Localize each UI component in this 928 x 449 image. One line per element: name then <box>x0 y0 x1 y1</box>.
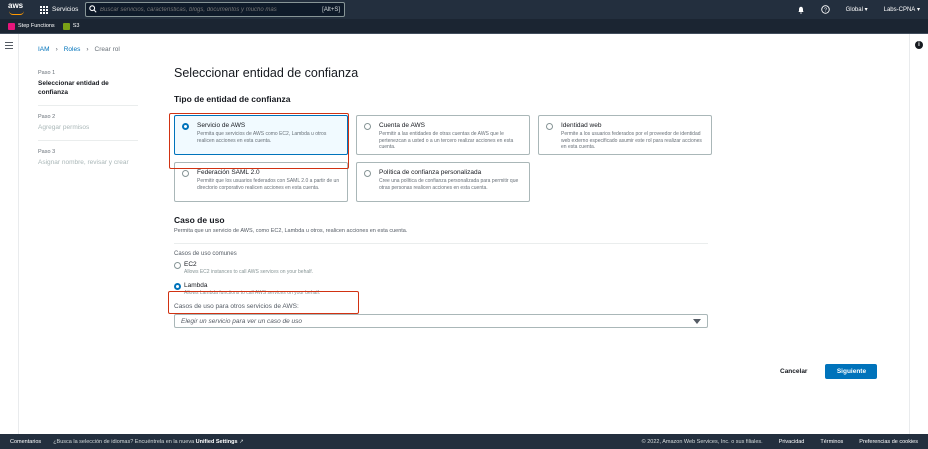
tile-description: Permite a los usuarios federados por el … <box>561 131 702 150</box>
cookie-preferences-link[interactable]: Preferencias de cookies <box>859 439 918 445</box>
svg-text:?: ? <box>824 7 827 13</box>
account-label: Labs-CPNA <box>883 6 916 13</box>
search-input[interactable] <box>100 6 323 13</box>
language-message-text: ¿Busca la selección de idiomas? Encuéntr… <box>53 438 195 445</box>
common-use-cases-label: Casos de uso comunes <box>174 251 237 257</box>
breadcrumb-roles[interactable]: Roles <box>64 46 81 53</box>
favorite-s3[interactable]: S3 <box>62 22 80 30</box>
hamburger-menu-icon[interactable] <box>5 42 13 51</box>
global-search[interactable]: [Alt+S] <box>85 2 345 17</box>
step-label: Asignar nombre, revisar y crear <box>38 159 129 166</box>
tile-description: Permitir a las entidades de otras cuenta… <box>379 131 514 150</box>
tile-title: Federación SAML 2.0 <box>197 169 260 176</box>
favorite-step-functions[interactable]: Step Functions <box>8 22 55 30</box>
services-menu-button[interactable]: Servicios <box>40 3 78 16</box>
bell-icon[interactable] <box>789 0 813 19</box>
use-case-title: Caso de uso <box>174 215 225 225</box>
account-menu[interactable]: Labs-CPNA ▾ <box>876 0 928 19</box>
tile-title: Política de confianza personalizada <box>379 169 482 176</box>
wizard-step-2: Paso 2 Agregar permisos <box>38 114 138 141</box>
step-number: Paso 2 <box>38 114 56 120</box>
chevron-down-icon: ▾ <box>916 7 920 13</box>
option-description: Allows EC2 instances to call AWS service… <box>184 269 314 275</box>
top-navigation-bar: aws Servicios [Alt+S] ? Global ▾ Labs-CP… <box>0 0 928 19</box>
external-link-icon: ↗ <box>239 438 244 445</box>
chevron-right-icon: › <box>55 46 58 53</box>
divider <box>174 243 708 244</box>
aws-smile-icon <box>9 11 24 15</box>
services-label: Servicios <box>52 6 79 13</box>
step-number: Paso 3 <box>38 149 56 155</box>
footer-right: © 2022, Amazon Web Services, Inc. o sus … <box>642 439 928 445</box>
favorite-label: S3 <box>72 23 80 29</box>
s3-icon <box>62 22 70 30</box>
region-selector[interactable]: Global ▾ <box>838 0 876 19</box>
left-rail <box>0 34 19 434</box>
terms-link[interactable]: Términos <box>820 439 843 445</box>
caret-down-icon <box>693 318 701 324</box>
tile-custom-trust-policy[interactable]: Política de confianza personalizada Cree… <box>356 162 530 202</box>
privacy-link[interactable]: Privacidad <box>779 439 805 445</box>
wizard-step-1: Paso 1 Seleccionar entidad de confianza <box>38 70 138 106</box>
step-label: Agregar permisos <box>38 124 90 131</box>
tile-title: Identidad web <box>561 122 602 129</box>
breadcrumb-iam[interactable]: IAM <box>38 46 50 53</box>
cancel-button[interactable]: Cancelar <box>780 368 807 375</box>
page-title: Seleccionar entidad de confianza <box>174 66 359 80</box>
wizard-actions: Cancelar Siguiente <box>780 364 878 379</box>
use-case-description: Permita que un servicio de AWS, como EC2… <box>174 228 408 234</box>
footer: Comentarios ¿Busca la selección de idiom… <box>0 434 928 449</box>
option-title: Lambda <box>184 282 208 289</box>
region-label: Global <box>845 6 863 13</box>
favorite-label: Step Functions <box>18 23 55 29</box>
favorites-bar: Step Functions S3 <box>0 19 928 34</box>
step-number: Paso 1 <box>38 70 56 76</box>
tile-title: Cuenta de AWS <box>379 122 426 129</box>
search-icon <box>86 4 100 15</box>
tile-description: Cree una política de confianza personali… <box>379 178 519 191</box>
select-placeholder: Elegir un servicio para ver un caso de u… <box>181 317 303 325</box>
tile-description: Permitir que los usuarios federados con … <box>197 178 340 191</box>
wizard-step-3: Paso 3 Asignar nombre, revisar y crear <box>38 149 138 175</box>
radio-button[interactable] <box>182 170 189 177</box>
info-icon[interactable]: i <box>915 41 923 49</box>
step-functions-icon <box>8 22 15 30</box>
radio-button[interactable] <box>546 123 553 130</box>
language-message: ¿Busca la selección de idiomas? Encuéntr… <box>53 439 244 445</box>
wizard-steps: Paso 1 Seleccionar entidad de confianza … <box>38 70 138 183</box>
chevron-right-icon: › <box>86 46 89 53</box>
unified-settings-link[interactable]: Unified Settings <box>196 439 238 445</box>
search-shortcut-hint: [Alt+S] <box>322 6 340 13</box>
highlight-box-lambda <box>168 291 359 314</box>
option-title: EC2 <box>184 261 197 268</box>
next-button[interactable]: Siguiente <box>825 364 878 379</box>
radio-button[interactable] <box>174 262 181 269</box>
radio-button[interactable] <box>364 123 371 130</box>
aws-logo-text: aws <box>8 1 24 10</box>
grid-icon <box>40 5 48 14</box>
highlight-box-aws-service <box>169 113 349 169</box>
tile-aws-account[interactable]: Cuenta de AWS Permitir a las entidades d… <box>356 115 530 155</box>
radio-button[interactable] <box>364 170 371 177</box>
copyright-text: © 2022, Amazon Web Services, Inc. o sus … <box>641 438 763 445</box>
aws-logo[interactable]: aws <box>8 1 28 18</box>
top-right-controls: ? Global ▾ Labs-CPNA ▾ <box>789 0 928 19</box>
main-content: Seleccionar entidad de confianza Tipo de… <box>174 66 894 328</box>
breadcrumb: IAM › Roles › Crear rol <box>38 46 120 53</box>
feedback-link[interactable]: Comentarios <box>10 439 41 445</box>
help-icon[interactable]: ? <box>813 0 838 19</box>
step-label: Seleccionar entidad de confianza <box>38 80 109 96</box>
right-rail: i <box>909 34 928 434</box>
service-use-case-select[interactable]: Elegir un servicio para ver un caso de u… <box>174 314 708 328</box>
radio-button[interactable] <box>174 283 181 290</box>
use-case-option-ec2[interactable]: EC2 Allows EC2 instances to call AWS ser… <box>174 261 894 280</box>
breadcrumb-current: Crear rol <box>94 46 120 53</box>
tile-web-identity[interactable]: Identidad web Permite a los usuarios fed… <box>538 115 712 155</box>
entity-type-section-title: Tipo de entidad de confianza <box>174 94 291 104</box>
chevron-down-icon: ▾ <box>864 7 868 13</box>
